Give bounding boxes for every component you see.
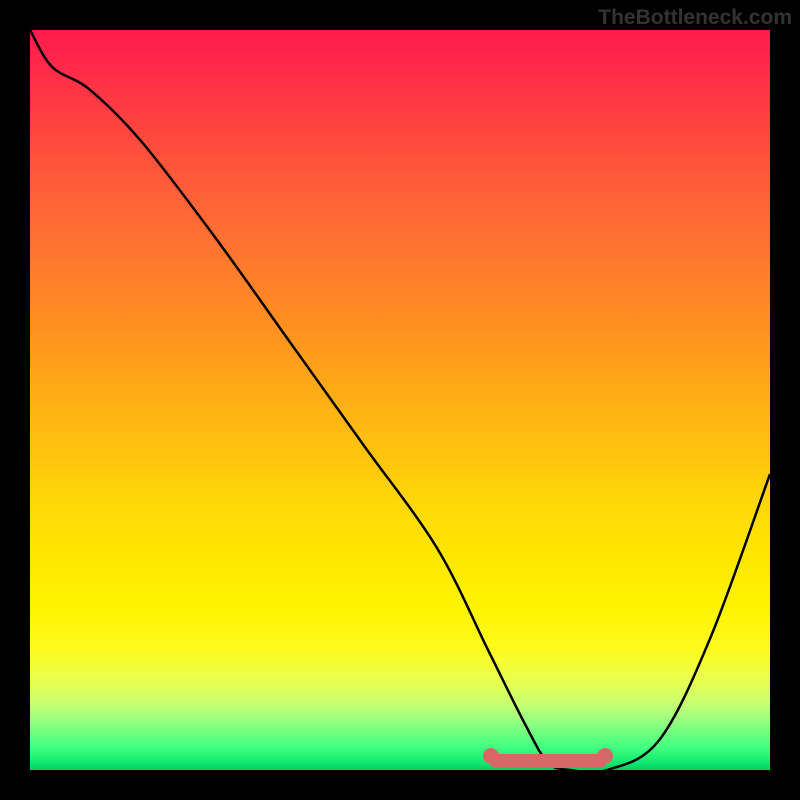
- bottleneck-curve: [30, 30, 770, 770]
- chart-plot-area: [30, 30, 770, 770]
- watermark-text: TheBottleneck.com: [598, 6, 792, 30]
- optimal-range-highlight: [489, 754, 607, 768]
- optimal-range-cap-left: [483, 748, 499, 764]
